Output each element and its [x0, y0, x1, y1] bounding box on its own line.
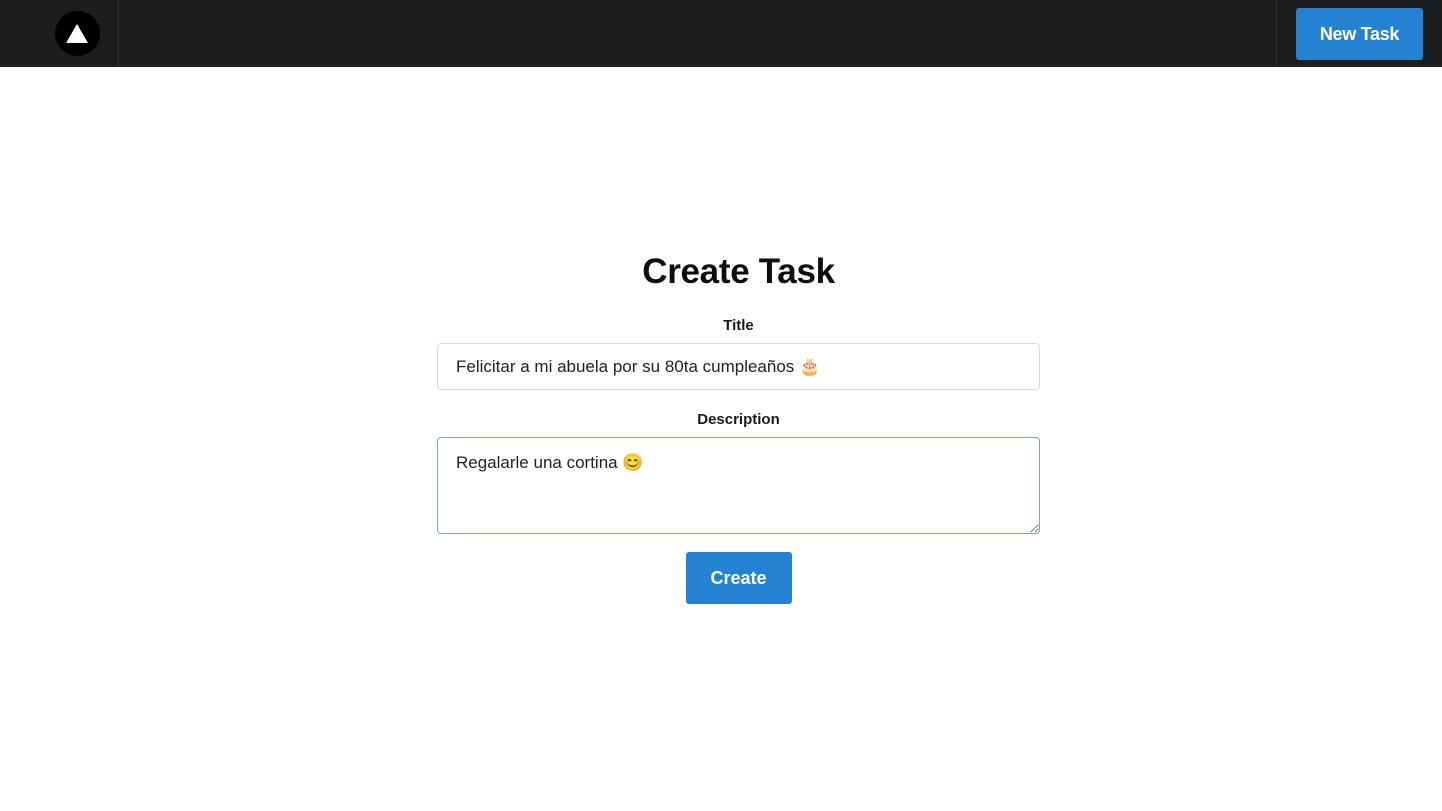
- form-actions: Create: [437, 552, 1040, 604]
- page-title: Create Task: [642, 252, 835, 291]
- new-task-button[interactable]: New Task: [1296, 8, 1423, 60]
- title-input[interactable]: [437, 343, 1040, 390]
- create-task-form: Create Task Title Description Regalarle …: [437, 250, 1040, 604]
- description-label: Description: [697, 411, 780, 428]
- triangle-icon: [66, 24, 88, 43]
- description-textarea[interactable]: Regalarle una cortina 😊: [437, 437, 1040, 534]
- title-label: Title: [723, 317, 754, 334]
- triangle-logo-icon[interactable]: [54, 11, 100, 56]
- create-button[interactable]: Create: [685, 552, 792, 604]
- nav-actions: New Task: [1276, 0, 1442, 67]
- brand-area[interactable]: [0, 0, 119, 67]
- top-navbar: New Task: [0, 0, 1442, 67]
